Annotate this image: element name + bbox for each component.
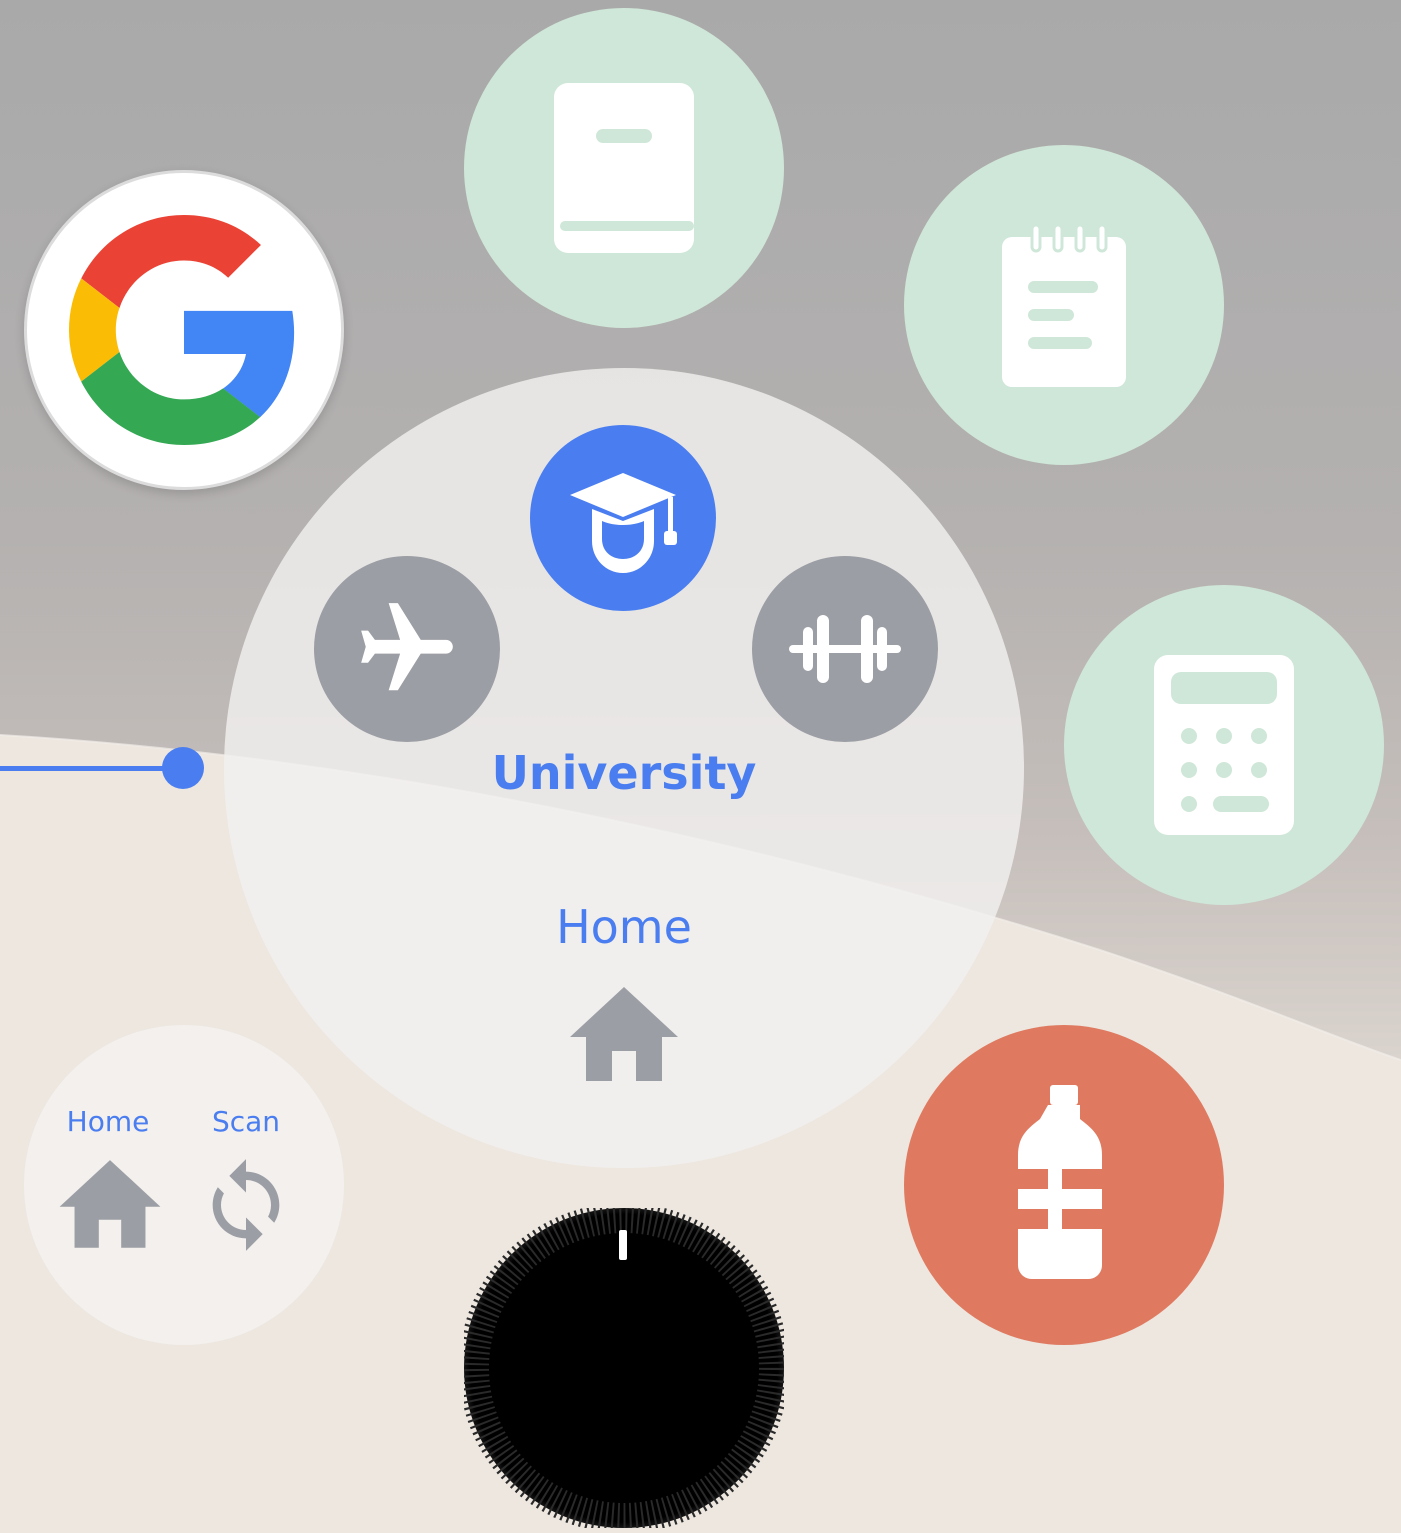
fitness-mode-button[interactable] xyxy=(752,556,938,742)
refresh-icon xyxy=(212,1159,280,1251)
mini-home-button[interactable] xyxy=(54,1153,166,1253)
mode-dial[interactable]: University Home xyxy=(224,368,1024,1168)
notepad-icon xyxy=(1002,223,1126,387)
notes-app-button[interactable] xyxy=(904,145,1224,465)
house-icon xyxy=(570,987,678,1081)
water-app-button[interactable] xyxy=(904,1025,1224,1345)
quick-actions-panel: Home Scan xyxy=(24,1025,344,1345)
house-icon xyxy=(59,1160,161,1248)
slider-handle[interactable] xyxy=(162,747,204,789)
knob-ticks xyxy=(464,1208,784,1528)
dumbbell-icon xyxy=(789,615,901,683)
google-g-icon xyxy=(69,215,295,445)
knob-indicator xyxy=(619,1230,627,1260)
selected-mode-label: University xyxy=(491,746,757,800)
home-label: Home xyxy=(556,900,692,954)
book-app-button[interactable] xyxy=(464,8,784,328)
airplane-icon xyxy=(361,603,453,691)
airplane-mode-button[interactable] xyxy=(314,556,500,742)
calculator-icon xyxy=(1154,655,1294,835)
mini-scan-button[interactable] xyxy=(194,1155,298,1255)
calculator-app-button[interactable] xyxy=(1064,585,1384,905)
mini-scan-label: Scan xyxy=(211,1105,281,1138)
home-button[interactable] xyxy=(564,983,684,1083)
book-icon xyxy=(554,83,694,253)
water-bottle-icon xyxy=(1018,1085,1102,1279)
mini-home-label: Home xyxy=(66,1105,150,1138)
rotary-knob[interactable] xyxy=(464,1208,784,1528)
graduation-cap-icon xyxy=(570,473,677,573)
google-app-button[interactable] xyxy=(24,170,344,490)
slider-track[interactable] xyxy=(0,766,184,771)
university-mode-button[interactable] xyxy=(530,425,716,611)
